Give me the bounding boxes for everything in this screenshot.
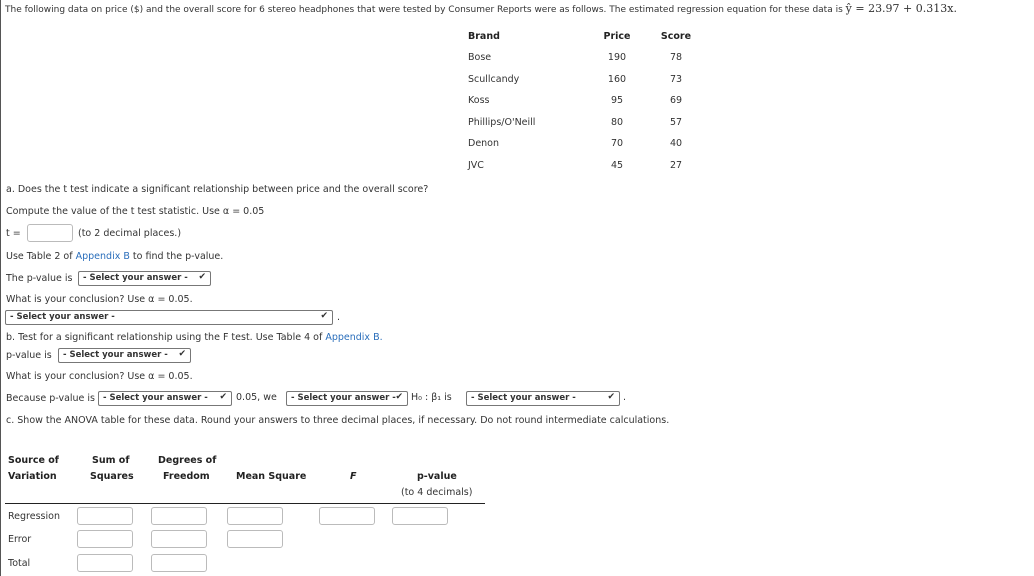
table-cell: 160 xyxy=(607,73,627,85)
header-sum: Sum of xyxy=(92,455,130,466)
table-cell: Scullcandy xyxy=(468,73,520,85)
chevron-down-icon: ✔ xyxy=(178,349,186,359)
alpha-text: 0.05, we xyxy=(236,392,277,403)
compute-instruction: Compute the value of the t test statisti… xyxy=(6,206,265,217)
column-header: Score xyxy=(660,31,692,42)
table-divider xyxy=(5,503,485,504)
conclusion-question-b: What is your conclusion? Use α = 0.05. xyxy=(6,371,193,382)
error-ms-input[interactable] xyxy=(227,530,283,548)
header-pvalue: p-value xyxy=(417,471,457,482)
header-variation: Variation xyxy=(8,471,57,482)
header-mean-square: Mean Square xyxy=(236,471,307,482)
chevron-down-icon: ✔ xyxy=(198,272,206,282)
regression-f-input[interactable] xyxy=(319,507,375,525)
total-df-input[interactable] xyxy=(151,554,207,572)
error-ss-input[interactable] xyxy=(77,530,133,548)
table-cell: 80 xyxy=(610,116,624,128)
table-cell: 73 xyxy=(669,73,683,85)
table-cell: 78 xyxy=(669,52,683,63)
table-cell: Denon xyxy=(468,138,500,150)
error-df-input[interactable] xyxy=(151,530,207,548)
table-cell: 27 xyxy=(669,160,683,171)
conclusion-select-a[interactable]: - Select your answer - ✔ xyxy=(5,310,333,325)
header-pvalue-hint: (to 4 decimals) xyxy=(401,487,473,498)
comparison-select[interactable]: - Select your answer - ✔ xyxy=(98,391,232,406)
regression-ms-input[interactable] xyxy=(227,507,283,525)
part-b-question: b. Test for a significant relationship u… xyxy=(6,332,383,343)
header-f: F xyxy=(350,471,357,482)
header-squares: Squares xyxy=(90,471,134,482)
pvalue-label: The p-value is xyxy=(6,273,73,284)
left-border xyxy=(0,0,1,576)
column-header: Brand xyxy=(468,31,500,42)
part-c-text: c. Show the ANOVA table for these data. … xyxy=(6,415,670,426)
table-cell: Koss xyxy=(468,95,490,107)
use-table-text: Use Table 2 of Appendix B to find the p-… xyxy=(6,251,224,262)
regression-ss-input[interactable] xyxy=(77,507,133,525)
because-text: Because p-value is xyxy=(6,393,96,404)
t-statistic-input[interactable] xyxy=(27,224,73,242)
t-hint: (to 2 decimal places.) xyxy=(78,228,182,239)
header-freedom: Freedom xyxy=(163,471,210,482)
intro-text: The following data on price ($) and the … xyxy=(5,2,957,15)
table-cell: 45 xyxy=(610,160,624,171)
chevron-down-icon: ✔ xyxy=(320,311,328,321)
table-cell: Phillips/O'Neill xyxy=(468,116,536,128)
conclusion-question-a: What is your conclusion? Use α = 0.05. xyxy=(6,294,193,305)
regression-df-input[interactable] xyxy=(151,507,207,525)
h0-text: H₀ : β₁ is xyxy=(411,392,452,403)
significance-select[interactable]: - Select your answer - ✔ xyxy=(466,391,620,406)
t-label: t = xyxy=(6,228,21,239)
pvalue-label-b: p-value is xyxy=(6,350,52,361)
row-regression: Regression xyxy=(8,511,60,522)
header-degrees: Degrees of xyxy=(158,455,217,466)
pvalue-select-b[interactable]: - Select your answer - ✔ xyxy=(58,348,191,363)
column-header: Price xyxy=(603,31,631,42)
row-error: Error xyxy=(8,534,32,545)
pvalue-select-a[interactable]: - Select your answer - ✔ xyxy=(78,271,211,286)
table-cell: 69 xyxy=(669,95,683,107)
row-total: Total xyxy=(8,558,31,569)
chevron-down-icon: ✔ xyxy=(395,392,403,402)
header-source: Source of xyxy=(8,455,59,466)
part-a-question: a. Does the t test indicate a significan… xyxy=(6,184,429,195)
appendix-b-link[interactable]: Appendix B xyxy=(76,251,130,262)
appendix-b-link-2[interactable]: Appendix B. xyxy=(325,332,382,343)
table-cell: 57 xyxy=(669,116,683,128)
chevron-down-icon: ✔ xyxy=(607,392,615,402)
regression-pvalue-input[interactable] xyxy=(392,507,448,525)
table-cell: 70 xyxy=(610,138,624,150)
table-cell: 190 xyxy=(607,52,627,63)
table-cell: 95 xyxy=(610,95,624,107)
table-cell: JVC xyxy=(468,160,484,171)
total-ss-input[interactable] xyxy=(77,554,133,572)
reject-select[interactable]: - Select your answer - ✔ xyxy=(286,391,408,406)
table-cell: Bose xyxy=(468,52,492,63)
table-cell: 40 xyxy=(669,138,683,150)
chevron-down-icon: ✔ xyxy=(219,392,227,402)
